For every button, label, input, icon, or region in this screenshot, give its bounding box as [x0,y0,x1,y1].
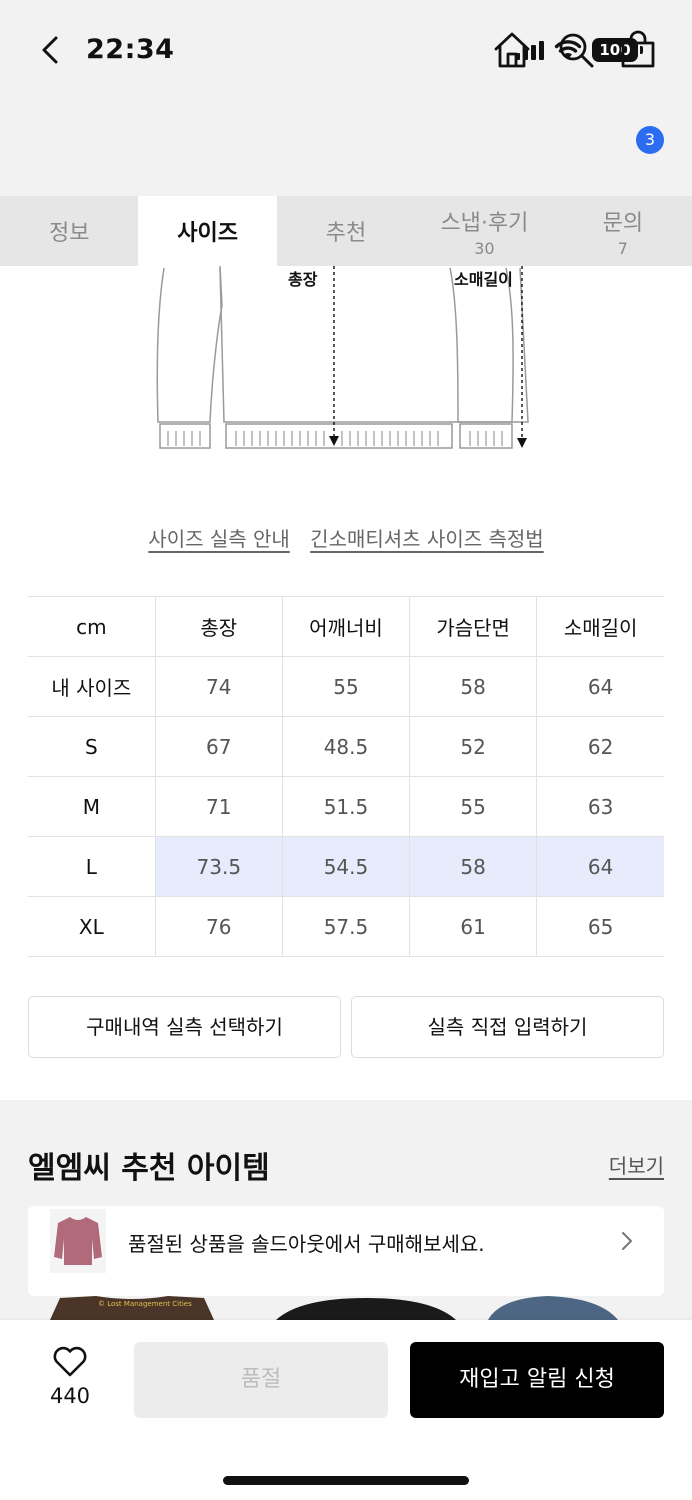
table-cell: 58 [409,656,538,717]
table-cell: 63 [536,776,664,837]
like-button[interactable]: 440 [40,1346,100,1408]
table-cell: 55 [282,656,411,717]
column-header: 가슴단면 [409,596,538,657]
tab-inquiry[interactable]: 문의 7 [554,196,692,266]
table-cell: 61 [409,896,538,957]
sleeve-length-label: 소매길이 [454,270,513,289]
table-row-my-size: 내 사이즈 74 55 58 64 [28,656,664,717]
shopping-bag-icon[interactable] [618,30,658,70]
bottom-action-bar: 440 품절 재입고 알림 신청 [0,1320,692,1500]
restock-notify-button[interactable]: 재입고 알림 신청 [410,1342,664,1418]
tab-count: 7 [617,238,628,258]
status-time: 22:34 [86,34,175,65]
measurement-illustration: 총장 소매길이 [140,265,560,456]
table-row-s: S 67 48.5 52 62 [28,716,664,777]
direct-input-button[interactable]: 실측 직접 입력하기 [351,996,664,1058]
unit-header: cm [28,596,156,657]
table-cell: 71 [155,776,283,837]
recommend-section: 엘엠씨 추천 아이템 더보기 품절된 상품을 솔드아웃에서 구매해보세요. [0,1140,692,1320]
table-row-l: L 73.5 54.5 58 64 [28,836,664,897]
recommend-thumbnail-strip: © Lost Management Cities [0,1296,692,1320]
size-guide-links: 사이즈 실측 안내 긴소매티셔츠 사이즈 측정법 [0,523,692,552]
measurement-method-link[interactable]: 긴소매티셔츠 사이즈 측정법 [310,527,544,551]
table-cell: 55 [409,776,538,837]
select-purchase-history-button[interactable]: 구매내역 실측 선택하기 [28,996,341,1058]
table-cell: 64 [536,656,664,717]
table-cell: 74 [155,656,283,717]
soldout-button: 품절 [134,1342,388,1418]
size-guide-link[interactable]: 사이즈 실측 안내 [148,527,290,551]
column-header: 어깨너비 [282,596,411,657]
chevron-right-icon [622,1232,632,1250]
like-count: 440 [49,1384,91,1408]
column-header: 총장 [155,596,283,657]
size-table: cm 총장 어깨너비 가슴단면 소매길이 내 사이즈 74 55 58 64 S… [28,596,664,957]
search-icon[interactable] [556,30,596,70]
thumbnail-caption: © Lost Management Cities [98,1300,192,1308]
tab-label: 추천 [325,221,367,246]
home-icon[interactable] [492,30,532,70]
back-chevron-icon[interactable] [30,30,70,70]
tab-snap-review[interactable]: 스냅·후기 30 [415,196,553,266]
heart-icon [53,1346,87,1377]
sweatshirt-thumbnail [50,1209,106,1273]
table-cell: 65 [536,896,664,957]
tab-bar: 정보 사이즈 추천 스냅·후기 30 문의 7 [0,196,692,266]
table-cell: 76 [155,896,283,957]
row-label: XL [28,896,156,957]
length-label: 총장 [288,270,318,289]
tab-label: 사이즈 [177,221,238,246]
table-cell: 62 [536,716,664,777]
table-row-xl: XL 76 57.5 61 65 [28,896,664,957]
table-cell: 51.5 [282,776,411,837]
table-cell: 73.5 [155,836,283,897]
see-more-link[interactable]: 더보기 [609,1150,664,1179]
table-cell: 52 [409,716,538,777]
tab-label: 정보 [48,221,90,246]
soldout-banner[interactable]: 품절된 상품을 솔드아웃에서 구매해보세요. [28,1206,664,1296]
table-cell: 64 [536,836,664,897]
table-row-m: M 71 51.5 55 63 [28,776,664,837]
table-cell: 58 [409,836,538,897]
row-label: 내 사이즈 [28,656,156,717]
recommend-title: 엘엠씨 추천 아이템 [28,1151,270,1186]
cart-count-badge: 3 [636,126,664,154]
row-label: L [28,836,156,897]
table-header-row: cm 총장 어깨너비 가슴단면 소매길이 [28,596,664,657]
section-divider [0,1100,692,1140]
nav-bar [0,100,692,196]
tab-size[interactable]: 사이즈 [138,196,277,266]
column-header: 소매길이 [536,596,664,657]
table-cell: 57.5 [282,896,411,957]
sweatshirt-diagram [156,265,529,449]
soldout-banner-text: 품절된 상품을 솔드아웃에서 구매해보세요. [128,1232,485,1256]
home-indicator [223,1476,469,1485]
row-label: S [28,716,156,777]
table-cell: 48.5 [282,716,411,777]
table-cell: 67 [155,716,283,777]
table-cell: 54.5 [282,836,411,897]
tab-label: 스냅·후기 [440,210,529,236]
row-label: M [28,776,156,837]
tab-recommend[interactable]: 추천 [277,196,415,266]
tab-label: 문의 [602,210,644,236]
tab-info[interactable]: 정보 [0,196,138,266]
tab-count: 30 [474,238,495,258]
